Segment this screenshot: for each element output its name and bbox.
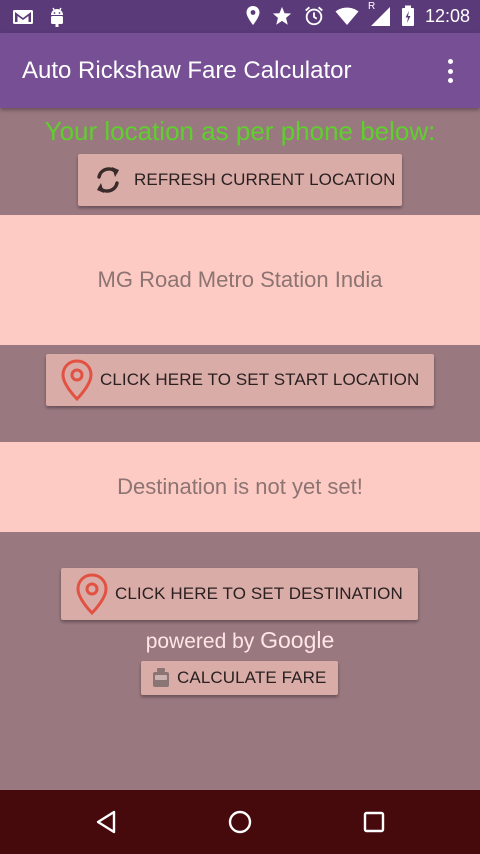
refresh-icon	[97, 167, 119, 193]
alarm-icon	[305, 6, 323, 26]
start-button-label: CLICK HERE TO SET START LOCATION	[100, 370, 420, 389]
start-location-panel: MG Road Metro Station India	[0, 215, 480, 345]
android-debug-icon	[51, 7, 63, 27]
map-pin-icon	[76, 573, 108, 615]
google-attribution: powered by Google	[0, 626, 480, 656]
start-location-text: MG Road Metro Station India	[97, 267, 383, 292]
more-vert-icon[interactable]	[438, 55, 462, 87]
clock: 12:08	[424, 6, 470, 26]
back-icon[interactable]	[94, 810, 118, 834]
destination-text: Destination is not yet set!	[117, 474, 363, 499]
refresh-button-label: REFRESH CURRENT LOCATION	[134, 170, 396, 189]
gmail-icon	[13, 10, 33, 24]
set-destination-button[interactable]: CLICK HERE TO SET DESTINATION	[61, 568, 418, 620]
destination-button-label: CLICK HERE TO SET DESTINATION	[115, 584, 403, 603]
taxi-icon	[153, 668, 169, 687]
location-label: Your location as per phone below:	[44, 116, 436, 146]
status-bar: R 12:08	[0, 0, 480, 33]
calculate-fare-button[interactable]: CALCULATE FARE	[141, 661, 338, 695]
recents-icon[interactable]	[362, 810, 386, 834]
app-bar: Auto Rickshaw Fare Calculator	[0, 33, 480, 108]
refresh-location-button[interactable]: REFRESH CURRENT LOCATION	[78, 154, 402, 206]
star-icon	[272, 6, 292, 25]
destination-panel: Destination is not yet set!	[0, 442, 480, 532]
navigation-bar	[0, 790, 480, 854]
map-pin-icon	[61, 359, 93, 401]
home-icon[interactable]	[228, 810, 252, 834]
calculate-button-label: CALCULATE FARE	[177, 668, 327, 687]
set-start-location-button[interactable]: CLICK HERE TO SET START LOCATION	[46, 354, 434, 406]
roaming-indicator: R	[367, 1, 376, 12]
wifi-icon	[335, 7, 359, 25]
attribution-prefix: powered by	[145, 630, 255, 653]
location-icon	[246, 6, 260, 25]
app-title: Auto Rickshaw Fare Calculator	[22, 57, 352, 84]
google-logo: Google	[260, 627, 335, 653]
battery-icon	[401, 5, 414, 26]
signal-icon: R	[368, 1, 391, 27]
